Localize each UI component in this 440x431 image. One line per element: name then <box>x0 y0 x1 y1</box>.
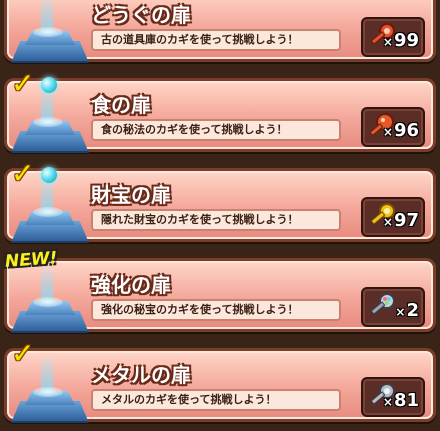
door-title: 食の扉 <box>91 93 151 117</box>
altar-icon <box>11 357 91 423</box>
jewel-key-icon <box>367 292 397 324</box>
orb-icon <box>41 77 57 93</box>
key-count-box: ×97 <box>361 197 425 237</box>
check-icon: ✓ <box>11 337 35 370</box>
door-title: 財宝の扉 <box>91 183 171 207</box>
door-title: どうぐの扉 <box>91 3 191 27</box>
check-icon: ✓ <box>11 157 35 190</box>
door-description: 古の道具庫のカギを使って挑戦しよう！ <box>91 29 341 51</box>
door-row-metal[interactable]: ✓ メタルの扉 メタルのカギを使って挑戦しよう！ ×81 <box>4 340 436 423</box>
key-count-box: ×96 <box>361 107 425 147</box>
new-badge: NEW! <box>4 248 58 272</box>
count-prefix: × <box>382 215 393 229</box>
key-count: 97 <box>393 210 419 231</box>
door-description: メタルのカギを使って挑戦しよう！ <box>91 389 341 411</box>
count-prefix: × <box>382 395 393 409</box>
altar-icon <box>11 87 91 153</box>
door-row-tools[interactable]: どうぐの扉 古の道具庫のカギを使って挑戦しよう！ ×99 <box>4 0 436 63</box>
door-title: 強化の扉 <box>91 273 171 297</box>
count-prefix: × <box>382 125 393 139</box>
count-prefix: × <box>382 35 393 49</box>
key-count-box: ×99 <box>361 17 425 57</box>
key-count: 99 <box>393 30 419 51</box>
key-count-box: ×2 <box>361 287 425 327</box>
door-title: メタルの扉 <box>91 363 191 387</box>
altar-icon <box>11 177 91 243</box>
door-row-enhance[interactable]: NEW! 強化の扉 強化の秘宝のカギを使って挑戦しよう！ ×2 <box>4 248 436 333</box>
door-description: 強化の秘宝のカギを使って挑戦しよう！ <box>91 299 341 321</box>
door-row-treasure[interactable]: ✓ 財宝の扉 隠れた財宝のカギを使って挑戦しよう！ ×97 <box>4 160 436 243</box>
key-count: 81 <box>393 390 419 411</box>
altar-icon <box>11 0 91 63</box>
count-prefix: × <box>395 305 406 319</box>
altar-icon <box>11 267 91 333</box>
door-row-food[interactable]: ✓ 食の扉 食の秘法のカギを使って挑戦しよう！ ×96 <box>4 70 436 153</box>
orb-icon <box>41 167 57 183</box>
door-description: 食の秘法のカギを使って挑戦しよう！ <box>91 119 341 141</box>
door-description: 隠れた財宝のカギを使って挑戦しよう！ <box>91 209 341 231</box>
key-count: 2 <box>406 300 419 321</box>
key-count: 96 <box>393 120 419 141</box>
check-icon: ✓ <box>11 67 35 100</box>
key-count-box: ×81 <box>361 377 425 417</box>
door-list: どうぐの扉 古の道具庫のカギを使って挑戦しよう！ ×99 ✓ 食の扉 食の秘法の… <box>0 0 440 431</box>
